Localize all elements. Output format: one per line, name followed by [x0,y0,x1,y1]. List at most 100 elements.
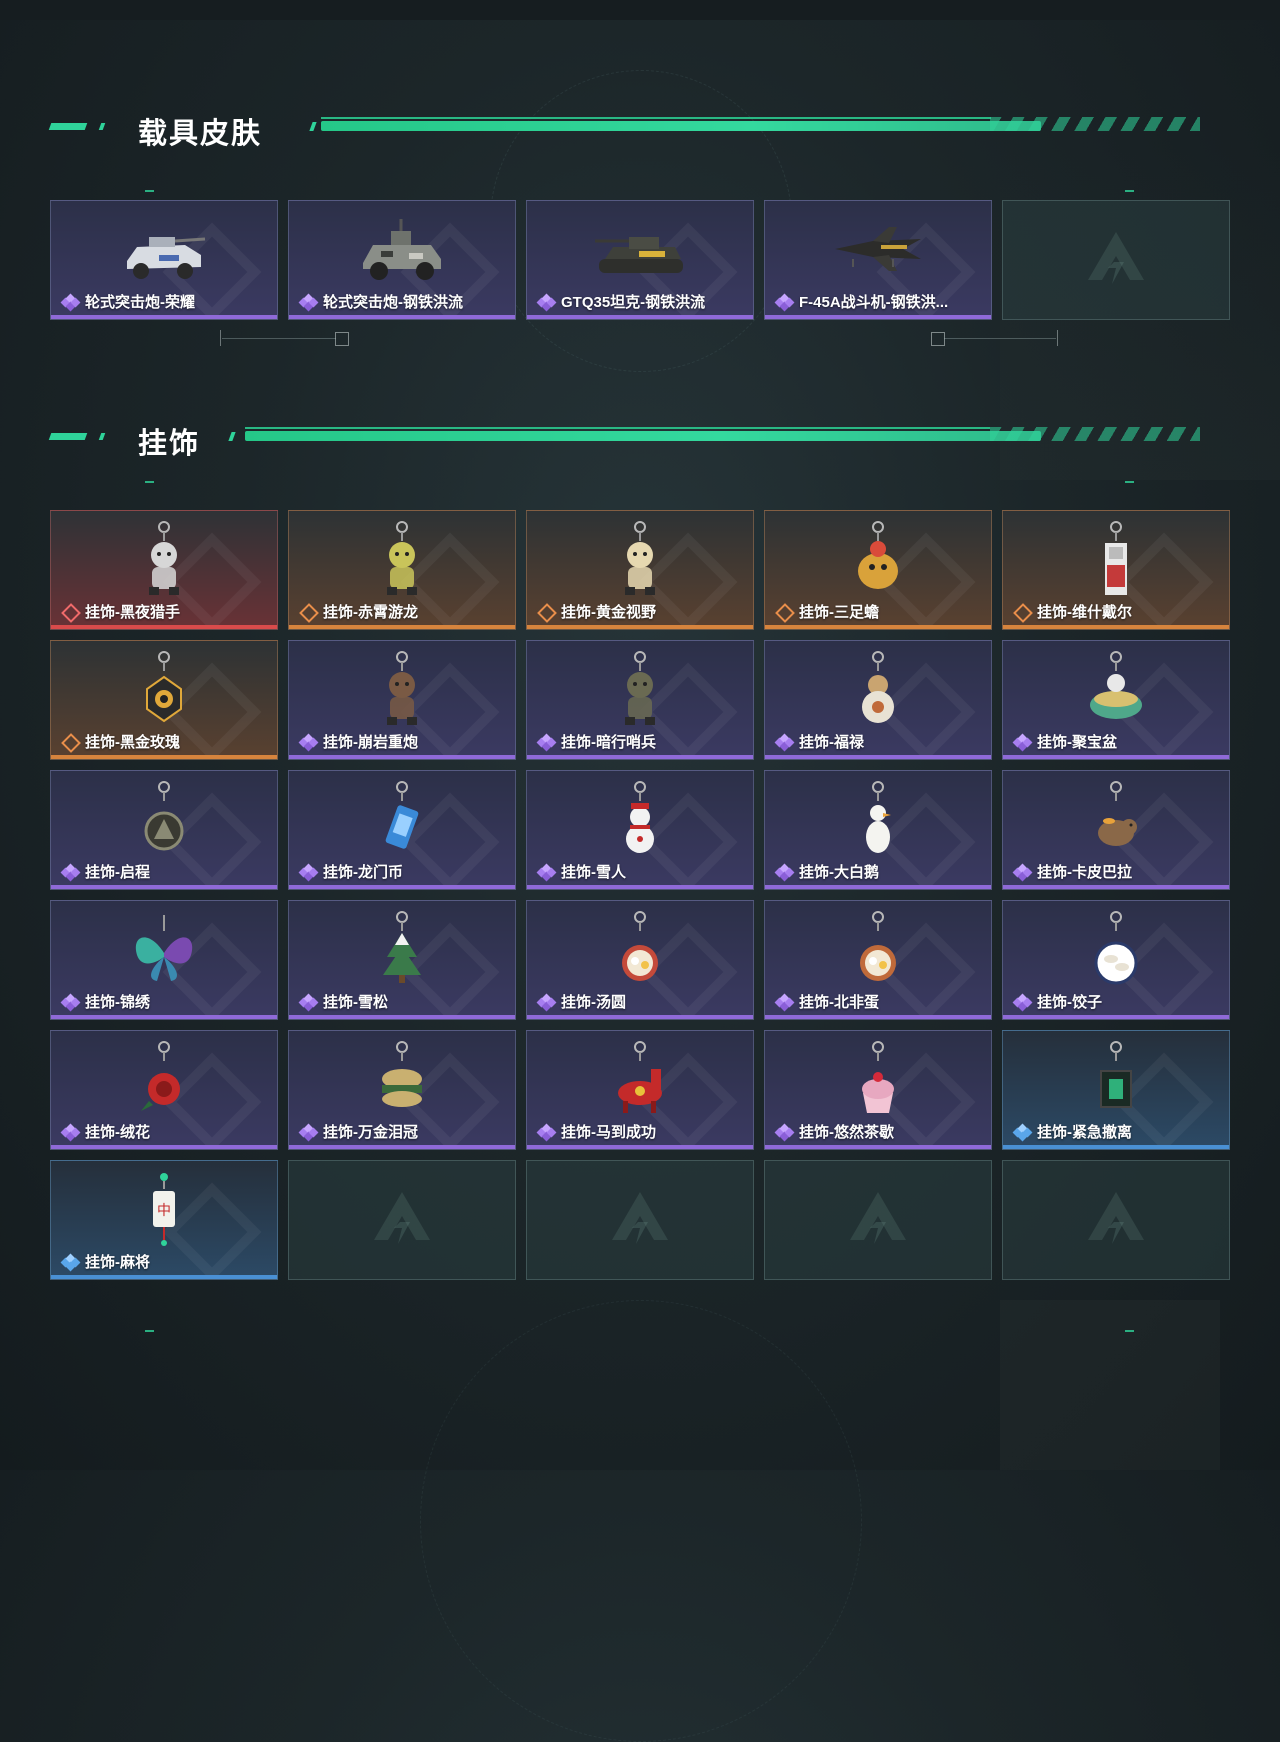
item-card[interactable]: 挂饰-紧急撤离 [1002,1030,1230,1150]
rarity-diamond-icon [774,1123,795,1141]
corner-tick [1125,190,1134,192]
item-label: 挂饰-卡皮巴拉 [1012,861,1132,882]
item-card[interactable]: 挂饰-龙门币 [288,770,516,890]
item-name: 挂饰-启程 [85,864,150,881]
item-card[interactable]: 中挂饰-麻将 [50,1160,278,1280]
rarity-stripe [51,755,277,759]
item-label: 挂饰-马到成功 [536,1121,656,1142]
item-name: 挂饰-三足蟾 [799,604,879,621]
placeholder-logo-icon [1088,232,1144,284]
charm-cupcake-icon [862,1041,894,1113]
fighter-jet-icon [835,227,921,271]
rarity-stripe [527,1145,753,1149]
rarity-stripe [51,625,277,629]
rarity-stripe [527,755,753,759]
item-card[interactable]: 挂饰-马到成功 [526,1030,754,1150]
item-label: 挂饰-悠然茶歇 [774,1121,894,1142]
item-label: 挂饰-黄金视野 [537,601,656,623]
rarity-diamond-icon [774,733,795,751]
item-card[interactable]: 挂饰-维什戴尔 [1002,510,1230,630]
item-card[interactable]: 挂饰-悠然茶歇 [764,1030,992,1150]
item-label: F-45A战斗机-钢铁洪... [774,291,948,312]
rarity-stripe [289,625,515,629]
item-card[interactable]: 挂饰-聚宝盆 [1002,640,1230,760]
rarity-diamond-icon [298,993,319,1011]
header-accent [309,122,317,131]
empty-slot [526,1160,754,1280]
charm-horse-icon [618,1041,662,1113]
charm-figure-icon [149,521,179,595]
item-label: 轮式突击炮-荣耀 [60,291,195,312]
item-card[interactable]: 挂饰-大白鹅 [764,770,992,890]
item-card[interactable]: GTQ35坦克-钢铁洪流 [526,200,754,320]
item-card[interactable]: 挂饰-雪人 [526,770,754,890]
placeholder-logo-icon [1088,1192,1144,1244]
item-card[interactable]: 挂饰-黄金视野 [526,510,754,630]
rarity-stripe [1003,885,1229,889]
item-card[interactable]: 挂饰-赤霄游龙 [288,510,516,630]
charm-figure-icon [387,651,417,725]
item-card[interactable]: 挂饰-黑金玫瑰 [50,640,278,760]
item-card[interactable]: 挂饰-崩岩重炮 [288,640,516,760]
item-card[interactable]: 挂饰-万金泪冠 [288,1030,516,1150]
rarity-stripe [289,1015,515,1019]
section-title: 载具皮肤 [138,118,263,150]
rarity-stripe [289,885,515,889]
rarity-stripe [765,1145,991,1149]
item-card[interactable]: 挂饰-北非蛋 [764,900,992,1020]
rarity-stripe [527,625,753,629]
rarity-diamond-icon [775,602,795,623]
empty-slot [1002,200,1230,320]
item-card[interactable]: 轮式突击炮-荣耀 [50,200,278,320]
item-label: GTQ35坦克-钢铁洪流 [536,291,705,312]
charm-coin-icon [385,781,419,849]
charm-figure-icon [387,521,417,595]
item-name: 挂饰-暗行哨兵 [561,734,656,751]
item-card[interactable]: 挂饰-雪松 [288,900,516,1020]
rarity-stripe [765,755,991,759]
rarity-diamond-icon [298,293,319,311]
corner-tick [145,1330,154,1332]
rarity-diamond-icon [774,993,795,1011]
header-accent [98,123,106,130]
item-card[interactable]: 挂饰-福禄 [764,640,992,760]
background-ring [420,1300,862,1742]
rarity-stripe [765,1015,991,1019]
item-card[interactable]: 挂饰-饺子 [1002,900,1230,1020]
rarity-stripe [765,625,991,629]
item-name: 挂饰-福禄 [799,734,864,751]
rarity-diamond-icon [536,733,557,751]
charm-card-icon [1105,521,1127,595]
item-label: 挂饰-紧急撤离 [1012,1121,1132,1142]
section-header-charms: 挂饰 [48,422,1200,460]
item-card[interactable]: 挂饰-锦绣 [50,900,278,1020]
item-card[interactable]: 轮式突击炮-钢铁洪流 [288,200,516,320]
item-label: 挂饰-福禄 [774,731,864,752]
rarity-stripe [51,1275,277,1279]
charm-plate-icon [1094,911,1138,985]
rarity-diamond-icon [60,1253,81,1271]
item-card[interactable]: F-45A战斗机-钢铁洪... [764,200,992,320]
item-name: 挂饰-崩岩重炮 [323,734,418,751]
rarity-stripe [289,1145,515,1149]
charm-grid: 挂饰-黑夜猎手 挂饰-赤霄游龙 挂饰-黄金视野 挂饰-三足蟾 挂饰-维什戴尔挂饰-黑金玫… [50,510,1230,1280]
item-name: 轮式突击炮-钢铁洪流 [323,294,463,311]
item-card[interactable]: 挂饰-启程 [50,770,278,890]
rarity-stripe [527,315,753,319]
item-label: 挂饰-汤圆 [536,991,626,1012]
item-card[interactable]: 挂饰-黑夜猎手 [50,510,278,630]
item-card[interactable]: 挂饰-三足蟾 [764,510,992,630]
section-title: 挂饰 [138,428,201,460]
svg-text:中: 中 [157,1203,171,1219]
item-card[interactable]: 挂饰-暗行哨兵 [526,640,754,760]
item-name: 挂饰-维什戴尔 [1037,604,1132,621]
rarity-diamond-icon [1012,993,1033,1011]
placeholder-logo-icon [374,1192,430,1244]
item-name: 挂饰-卡皮巴拉 [1037,864,1132,881]
item-card[interactable]: 挂饰-卡皮巴拉 [1002,770,1230,890]
empty-slot [288,1160,516,1280]
item-card[interactable]: 挂饰-绒花 [50,1030,278,1150]
item-card[interactable]: 挂饰-汤圆 [526,900,754,1020]
item-name: 挂饰-黑金玫瑰 [85,734,180,751]
charm-flower-icon [141,1041,180,1111]
